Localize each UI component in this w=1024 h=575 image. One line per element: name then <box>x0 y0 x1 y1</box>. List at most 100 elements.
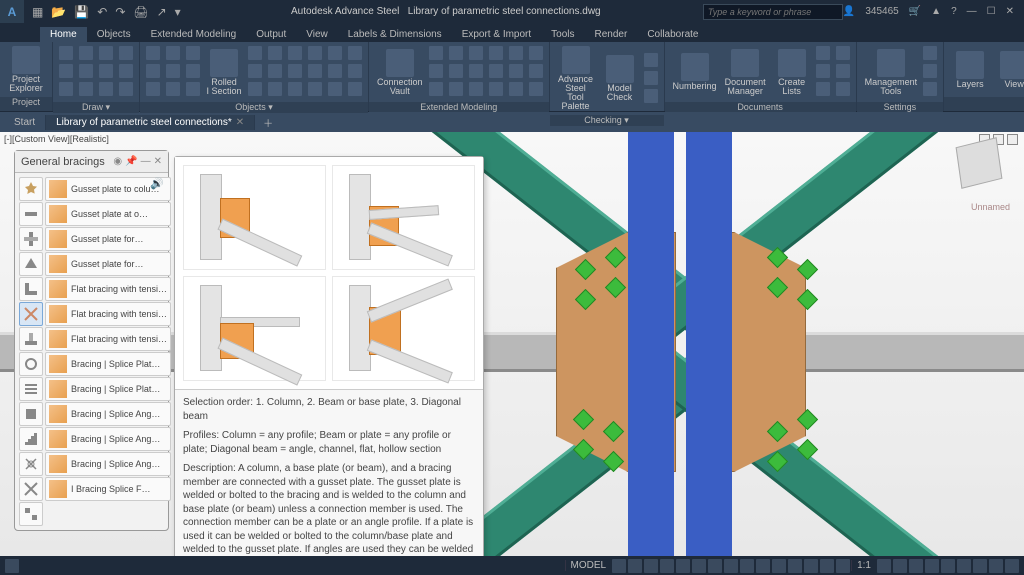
palette-item[interactable]: Bracing | Splice Plat… <box>45 377 171 401</box>
palette-item[interactable]: Bracing | Splice Plat… <box>45 352 171 376</box>
tab-labels-dimensions[interactable]: Labels & Dimensions <box>338 27 452 42</box>
palette-item[interactable]: Flat bracing with tensi… <box>45 302 171 326</box>
qat-print-icon[interactable]: 🖨 <box>133 5 148 19</box>
qat-open-icon[interactable]: 📂 <box>51 5 66 19</box>
panel-label[interactable]: Draw ▾ <box>53 102 139 113</box>
anno-visibility-icon[interactable] <box>820 559 834 573</box>
cat-plate-icon[interactable] <box>19 252 43 276</box>
palette-item[interactable]: Flat bracing with tensi… <box>45 327 171 351</box>
lock-ui-icon[interactable] <box>941 559 955 573</box>
model-check-button[interactable]: Model Check <box>598 53 642 104</box>
palette-titlebar[interactable]: General bracings ◉ 📌 — ✕ <box>15 151 168 173</box>
tab-extended-modeling[interactable]: Extended Modeling <box>141 27 247 42</box>
tab-tools[interactable]: Tools <box>541 27 584 42</box>
tab-objects[interactable]: Objects <box>87 27 141 42</box>
command-line-icon[interactable] <box>5 559 19 573</box>
viewcube[interactable] <box>958 142 1010 194</box>
tool-palette-button[interactable]: Advance Steel Tool Palette <box>554 44 598 113</box>
clean-screen-icon[interactable] <box>989 559 1003 573</box>
anno-monitor-icon[interactable] <box>893 559 907 573</box>
panel-label[interactable]: Objects ▾ <box>140 102 368 113</box>
osnap-icon[interactable] <box>676 559 690 573</box>
palette-item[interactable]: Bracing | Splice Ang… <box>45 402 171 426</box>
cat-misc-icon[interactable] <box>19 502 43 526</box>
doctab-start[interactable]: Start <box>4 115 46 130</box>
lineweight-icon[interactable] <box>724 559 738 573</box>
palette-item[interactable]: Gusset plate for… <box>45 252 171 276</box>
cat-beam-end-icon[interactable] <box>19 202 43 226</box>
anno-autoscale-icon[interactable] <box>836 559 850 573</box>
viewcube-face[interactable] <box>956 137 1003 189</box>
maximize-icon[interactable]: ☐ <box>987 6 996 17</box>
cat-cross-icon[interactable] <box>19 477 43 501</box>
palette-pin-icon[interactable]: 📌 <box>125 156 137 167</box>
palette-item[interactable]: Flat bracing with tensi… <box>45 277 171 301</box>
qat-share-icon[interactable]: ↗ <box>157 5 167 19</box>
gizmo-icon[interactable] <box>804 559 818 573</box>
palette-camera-icon[interactable]: ◉ <box>113 156 122 167</box>
project-explorer-button[interactable]: Project Explorer <box>4 44 48 95</box>
connection-vault-button[interactable]: Connection Vault <box>373 47 427 98</box>
management-tools-button[interactable]: Management Tools <box>861 47 922 98</box>
tab-export-import[interactable]: Export & Import <box>452 27 541 42</box>
customize-icon[interactable] <box>1005 559 1019 573</box>
app-logo[interactable]: A <box>0 0 24 23</box>
polar-icon[interactable] <box>660 559 674 573</box>
apps-icon[interactable]: ▲ <box>931 6 941 17</box>
grid-icon[interactable] <box>612 559 626 573</box>
view-button[interactable]: View <box>992 49 1024 91</box>
tab-render[interactable]: Render <box>585 27 638 42</box>
minimize-icon[interactable]: — <box>967 6 977 17</box>
model-space-button[interactable]: MODEL <box>565 560 612 571</box>
ortho-icon[interactable] <box>644 559 658 573</box>
palette-item[interactable]: Gusset plate for… <box>45 227 171 251</box>
hardware-accel-icon[interactable] <box>973 559 987 573</box>
user-name[interactable]: 345465 <box>865 6 898 17</box>
palette-item[interactable]: Bracing | Splice Ang… <box>45 427 171 451</box>
qat-redo-icon[interactable]: ↷ <box>115 5 125 19</box>
cat-star-icon[interactable] <box>19 177 43 201</box>
create-lists-button[interactable]: Create Lists <box>770 47 814 98</box>
cat-purlin-icon[interactable] <box>19 377 43 401</box>
cat-angle-icon[interactable] <box>19 277 43 301</box>
workspace-icon[interactable] <box>877 559 891 573</box>
palette-item[interactable]: Gusset plate at o… <box>45 202 171 226</box>
doctab-close-icon[interactable]: ✕ <box>236 117 244 128</box>
qat-save-icon[interactable]: 💾 <box>74 5 89 19</box>
units-icon[interactable] <box>909 559 923 573</box>
close-icon[interactable]: ✕ <box>1006 6 1014 17</box>
help-icon[interactable]: ? <box>951 6 957 17</box>
palette-item[interactable]: Bracing | Splice Ang… <box>45 452 171 476</box>
signin-icon[interactable]: 👤 <box>843 6 855 17</box>
3dosnap-icon[interactable] <box>772 559 786 573</box>
panel-label[interactable]: Checking ▾ <box>550 115 664 126</box>
cat-tube-icon[interactable] <box>19 352 43 376</box>
rolled-i-section-button[interactable]: Rolled I Section <box>202 47 246 98</box>
viewport[interactable]: [-][Custom View][Realistic] <box>0 132 1024 556</box>
cycling-icon[interactable] <box>756 559 770 573</box>
basket-icon[interactable]: 🛒 <box>909 6 921 17</box>
transparency-icon[interactable] <box>740 559 754 573</box>
numbering-button[interactable]: Numbering <box>669 51 721 93</box>
layers-button[interactable]: Layers <box>948 49 992 91</box>
palette-close-icon[interactable]: ✕ <box>154 156 162 167</box>
quick-props-icon[interactable] <box>925 559 939 573</box>
palette-minimize-icon[interactable]: — <box>141 156 151 167</box>
cat-bracing-icon[interactable] <box>19 302 43 326</box>
speaker-icon[interactable]: 🔊 <box>150 177 164 190</box>
document-manager-button[interactable]: Document Manager <box>721 47 770 98</box>
cat-turnbuckle-icon[interactable] <box>19 452 43 476</box>
qat-more-icon[interactable]: ▾ <box>175 5 181 19</box>
qat-undo-icon[interactable]: ↶ <box>97 5 107 19</box>
qat-grid-icon[interactable]: ▦ <box>32 5 43 19</box>
doctab-new-icon[interactable]: ＋ <box>255 115 281 130</box>
isolate-icon[interactable] <box>957 559 971 573</box>
tab-home[interactable]: Home <box>40 27 87 42</box>
cat-stair-icon[interactable] <box>19 427 43 451</box>
tab-view[interactable]: View <box>296 27 338 42</box>
ucs-icon[interactable] <box>788 559 802 573</box>
tab-output[interactable]: Output <box>246 27 296 42</box>
anno-scale[interactable]: 1:1 <box>851 560 876 571</box>
doctab-library[interactable]: Library of parametric steel connections*… <box>46 115 255 130</box>
tab-collaborate[interactable]: Collaborate <box>637 27 708 42</box>
